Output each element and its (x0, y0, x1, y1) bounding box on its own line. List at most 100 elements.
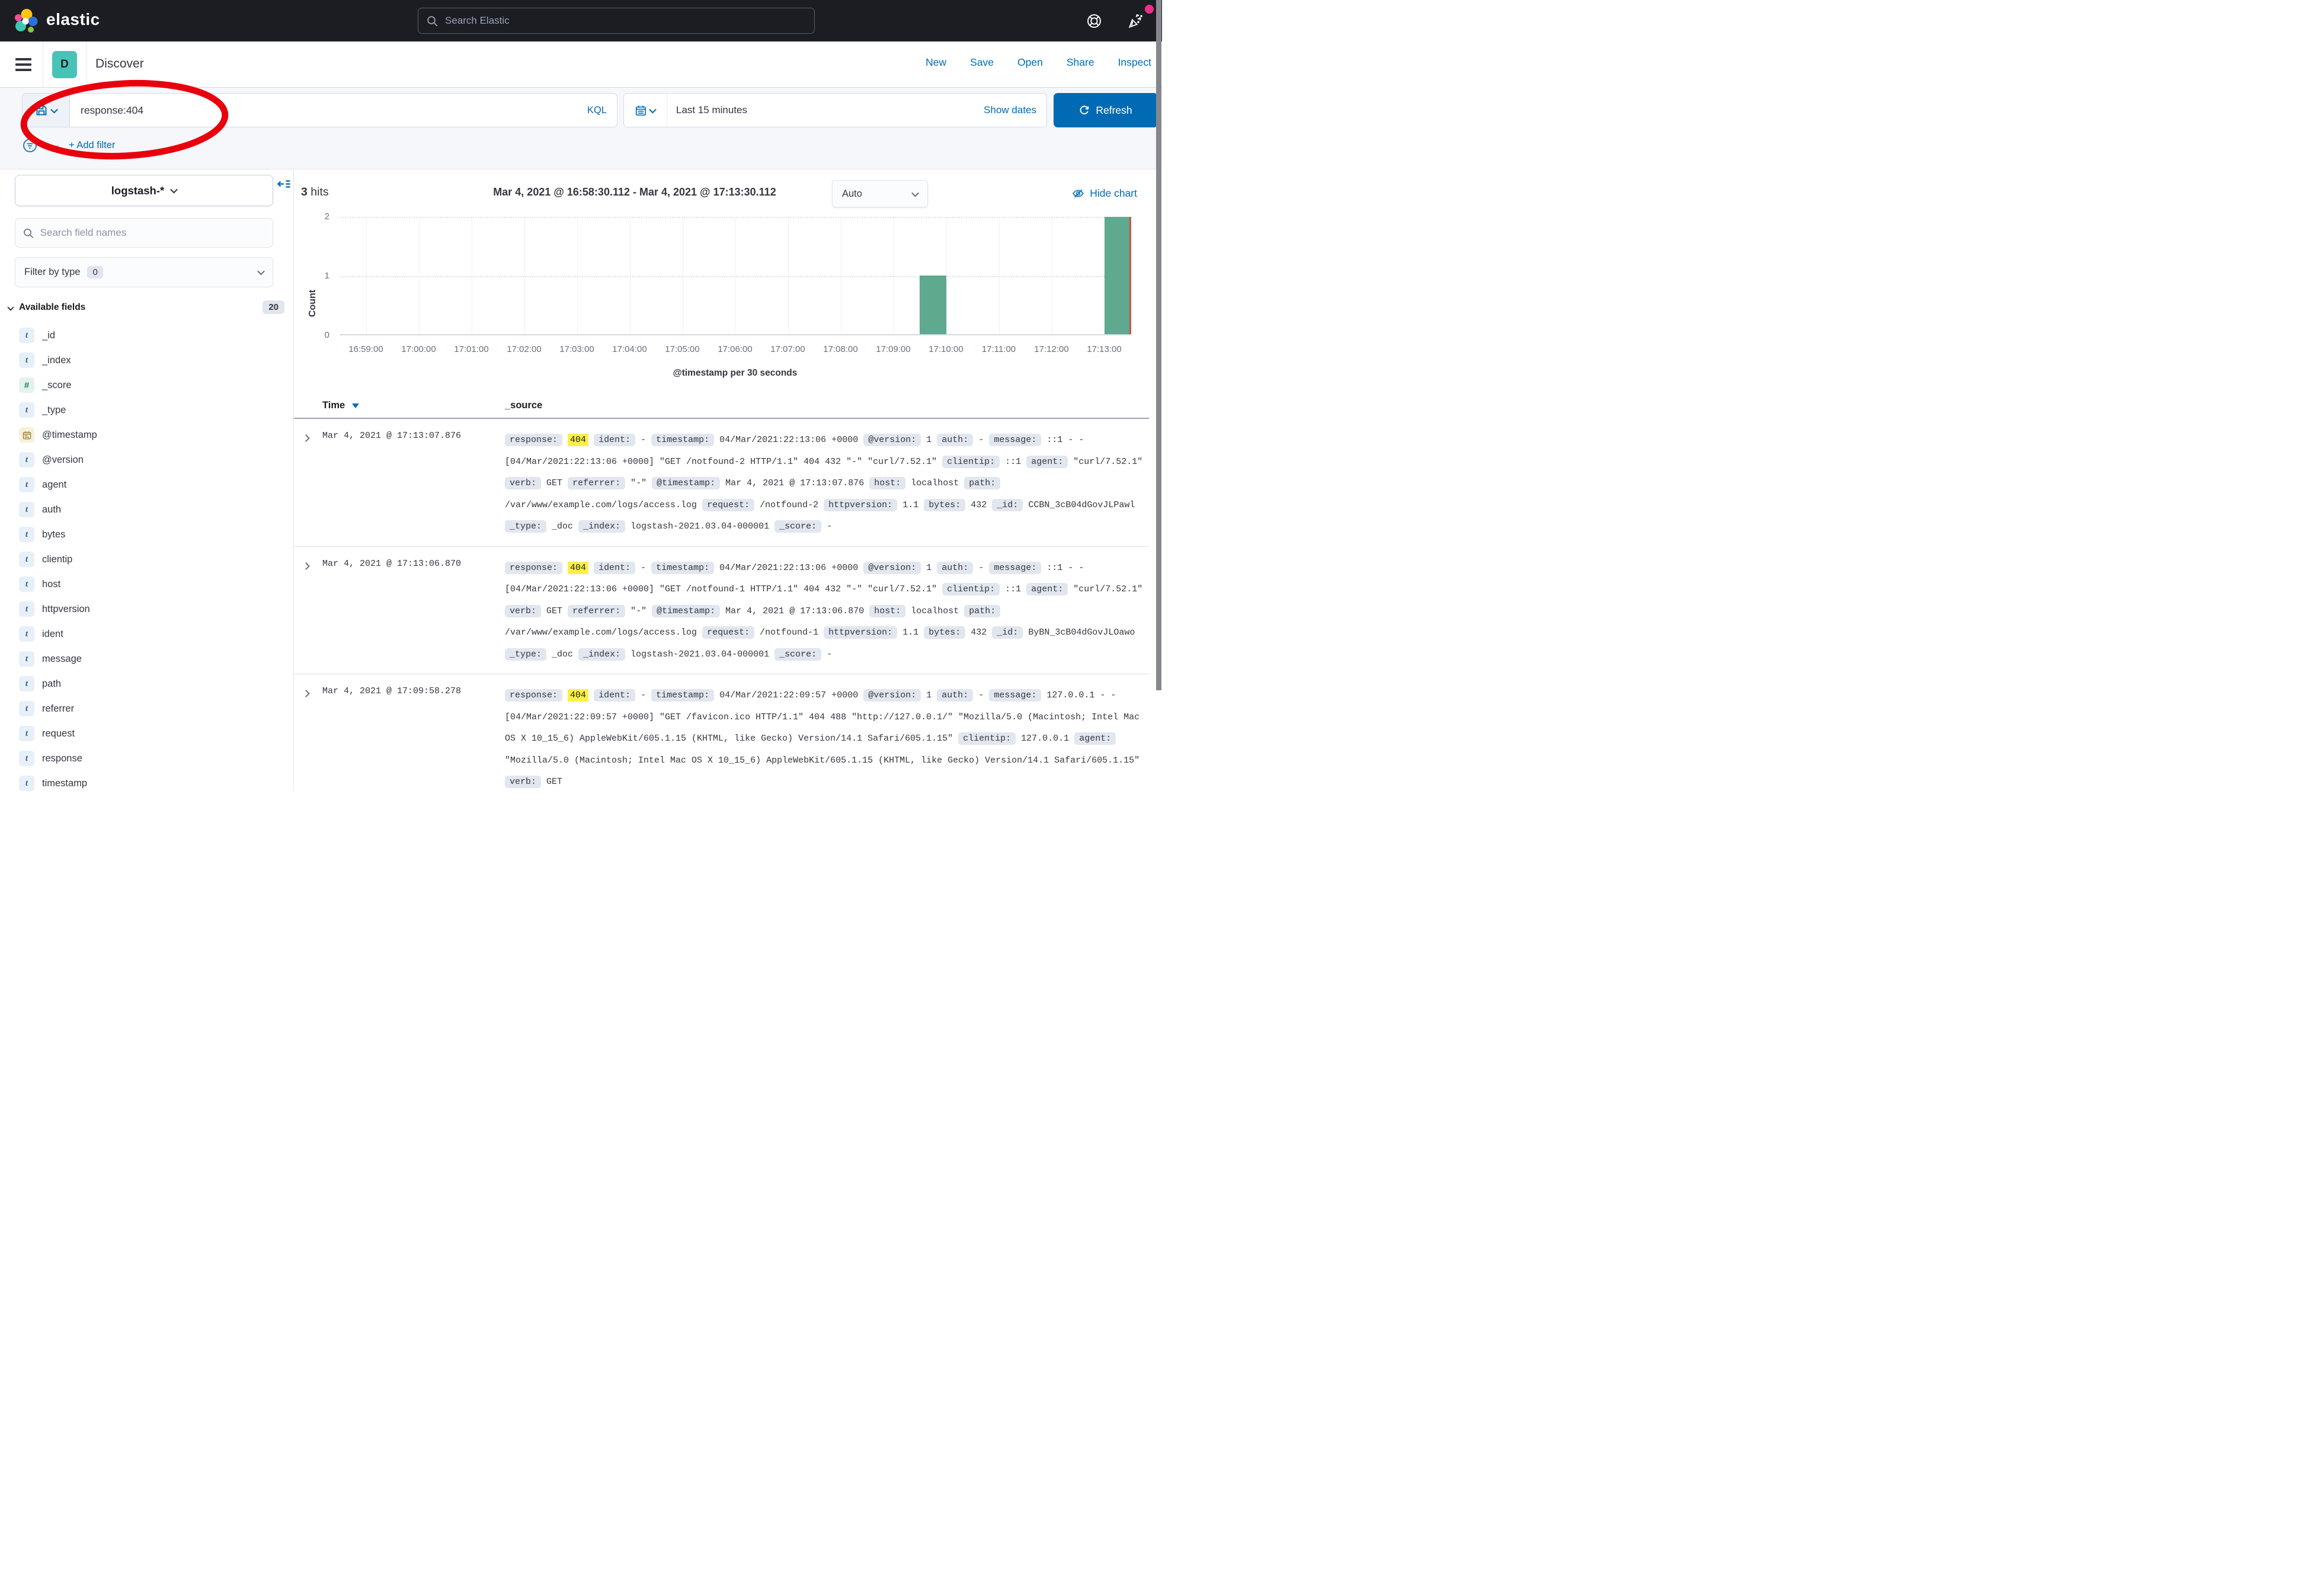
filter-by-type-select[interactable]: Filter by type 0 (15, 257, 273, 287)
refresh-button[interactable]: Refresh (1054, 93, 1158, 127)
discover-app-badge[interactable]: D (52, 51, 77, 78)
field-type-string-icon: t (19, 527, 34, 542)
date-picker: Last 15 minutes Show dates (623, 93, 1047, 127)
histogram-bar[interactable] (1105, 217, 1131, 334)
field-item-agent[interactable]: tagent (0, 472, 294, 497)
field-item-_score[interactable]: #_score (0, 373, 294, 398)
collapse-sidebar-icon[interactable] (277, 177, 291, 191)
hits-count: 3 hits (301, 185, 329, 199)
x-gridline (366, 217, 367, 334)
filter-icon[interactable] (23, 138, 37, 153)
newsfeed-party-popper-icon[interactable] (1128, 13, 1144, 29)
field-item-ident[interactable]: tident (0, 622, 294, 646)
highlighted-value: 404 (568, 434, 588, 446)
x-gridline (788, 217, 789, 334)
source-value: ByBN_3cB04dGovJLOawo (1028, 627, 1135, 638)
kql-query-input[interactable] (70, 104, 577, 117)
source-value: "-" (630, 478, 646, 488)
y-axis-tick-label: 2 (306, 212, 329, 222)
filter-by-type-count: 0 (87, 266, 103, 278)
add-filter-button[interactable]: + Add filter (69, 140, 115, 151)
action-new-button[interactable]: New (926, 56, 946, 69)
elastic-logo-icon[interactable] (13, 8, 39, 34)
field-item-response[interactable]: tresponse (0, 746, 294, 771)
help-icon[interactable] (1086, 13, 1102, 29)
histogram-bar[interactable] (920, 276, 946, 334)
show-dates-button[interactable]: Show dates (984, 104, 1046, 116)
source-value: 432 (971, 627, 987, 638)
field-name: referrer (42, 703, 74, 715)
field-item-auth[interactable]: tauth (0, 497, 294, 522)
field-item-clientip[interactable]: tclientip (0, 547, 294, 572)
field-name: _type (42, 405, 66, 416)
field-search[interactable] (15, 218, 273, 248)
brand-wordmark: elastic (46, 10, 100, 29)
source-value: GET (546, 606, 562, 616)
source-value: logstash-2021.03.04-000001 (630, 521, 769, 531)
index-pattern-select[interactable]: logstash-* (15, 175, 273, 206)
time-range-value[interactable]: Last 15 minutes (667, 104, 747, 116)
save-query-icon (36, 104, 47, 116)
action-save-button[interactable]: Save (970, 56, 994, 69)
source-value: 432 (971, 500, 987, 510)
field-item-httpversion[interactable]: thttpversion (0, 597, 294, 622)
field-item-bytes[interactable]: tbytes (0, 522, 294, 547)
global-search[interactable] (418, 8, 815, 34)
y-gridline (340, 217, 1131, 218)
action-share-button[interactable]: Share (1067, 56, 1094, 69)
expand-document-icon[interactable] (302, 690, 310, 697)
field-item-@version[interactable]: t@version (0, 447, 294, 472)
field-item-@timestamp[interactable]: @timestamp (0, 422, 294, 447)
available-fields-header[interactable]: Available fields 20 (8, 300, 284, 314)
field-item-_index[interactable]: t_index (0, 348, 294, 373)
source-field-badge: message: (989, 434, 1041, 446)
chevron-down-icon (911, 189, 919, 197)
column-header-time[interactable]: Time (322, 400, 359, 411)
source-field-badge: _type: (505, 520, 546, 533)
global-search-input[interactable] (445, 15, 806, 27)
interval-select[interactable]: Auto (832, 180, 928, 207)
field-item-timestamp[interactable]: ttimestamp (0, 771, 294, 791)
chart-plot-area[interactable] (340, 217, 1131, 335)
source-field-badge: bytes: (924, 626, 965, 639)
source-value: ::1 (1005, 457, 1021, 467)
menu-hamburger-icon[interactable] (15, 58, 31, 71)
field-name: host (42, 579, 60, 590)
field-type-string-icon: t (19, 726, 34, 741)
hide-chart-button[interactable]: Hide chart (1072, 187, 1137, 200)
query-language-button[interactable]: KQL (577, 94, 617, 127)
field-item-path[interactable]: tpath (0, 671, 294, 696)
field-type-string-icon: t (19, 402, 34, 418)
field-item-referrer[interactable]: treferrer (0, 696, 294, 721)
field-search-input[interactable] (40, 227, 265, 239)
column-header-source: _source (505, 400, 542, 411)
source-field-badge: auth: (937, 562, 973, 574)
source-field-badge: response: (505, 689, 562, 702)
document-time: Mar 4, 2021 @ 17:13:07.876 (322, 431, 461, 441)
field-item-message[interactable]: tmessage (0, 646, 294, 671)
y-axis-title: Count (308, 286, 318, 321)
expand-document-icon[interactable] (302, 434, 310, 442)
field-name: response (42, 753, 82, 764)
field-item-host[interactable]: thost (0, 572, 294, 597)
document-source: response: 404 ident: - timestamp: 04/Mar… (505, 685, 1149, 791)
source-value: CCBN_3cB04dGovJLPawl (1028, 500, 1135, 510)
source-value: GET (546, 777, 562, 787)
field-item-_type[interactable]: t _type (0, 398, 294, 422)
field-item-request[interactable]: trequest (0, 721, 294, 746)
action-open-button[interactable]: Open (1017, 56, 1043, 69)
saved-query-menu-button[interactable] (23, 94, 70, 127)
hide-chart-label: Hide chart (1090, 187, 1137, 200)
x-axis-labels: 16:59:0017:00:0017:01:0017:02:0017:03:00… (340, 344, 1131, 357)
field-type-string-icon: t (19, 626, 34, 642)
source-value: _doc (552, 521, 573, 531)
scrollbar[interactable] (1156, 0, 1161, 690)
fields-sidebar: logstash-* Filter by type 0 Available fi… (0, 170, 294, 791)
calendar-menu-button[interactable] (624, 94, 667, 127)
source-value: Mar 4, 2021 @ 17:13:06.870 (725, 606, 864, 616)
sort-desc-icon[interactable] (352, 403, 359, 408)
source-field-badge: @version: (863, 689, 921, 702)
action-inspect-button[interactable]: Inspect (1118, 56, 1151, 69)
expand-document-icon[interactable] (302, 562, 310, 570)
field-item-_id[interactable]: t_id (0, 323, 294, 348)
